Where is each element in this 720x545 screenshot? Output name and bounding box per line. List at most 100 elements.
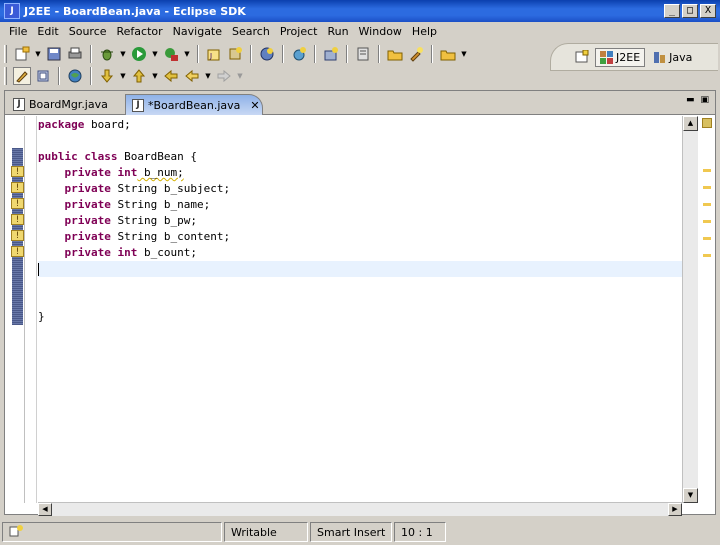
menu-navigate[interactable]: Navigate bbox=[168, 25, 227, 38]
next-annotation-dropdown-icon[interactable]: ▼ bbox=[119, 72, 127, 80]
debug-icon[interactable] bbox=[98, 45, 116, 63]
code-keyword: private bbox=[38, 182, 111, 195]
run-icon[interactable] bbox=[130, 45, 148, 63]
current-line-highlight bbox=[38, 261, 682, 277]
new-web-service-icon[interactable] bbox=[290, 45, 308, 63]
new-java-project-icon[interactable]: J bbox=[205, 45, 223, 63]
menu-help[interactable]: Help bbox=[407, 25, 442, 38]
new-package-icon[interactable] bbox=[226, 45, 244, 63]
perspective-j2ee[interactable]: J2EE bbox=[595, 47, 646, 67]
toolbar-grip[interactable] bbox=[4, 45, 7, 63]
code-keyword: package bbox=[38, 118, 85, 131]
fast-view-icon[interactable] bbox=[9, 524, 23, 541]
overview-warning-mark[interactable] bbox=[703, 254, 711, 257]
editor-body[interactable]: ! ! ! ! ! ! package board; public class … bbox=[5, 116, 715, 516]
toolbar-grip[interactable] bbox=[4, 67, 7, 85]
overview-status-icon[interactable] bbox=[702, 118, 712, 128]
menu-project[interactable]: Project bbox=[275, 25, 323, 38]
status-writable: Writable bbox=[224, 522, 308, 542]
maximize-editor-icon[interactable]: ▣ bbox=[700, 95, 709, 105]
toolbar-separator bbox=[58, 67, 60, 85]
title-bar: J J2EE - BoardBean.java - Eclipse SDK _ … bbox=[0, 0, 720, 22]
status-insert-mode: Smart Insert bbox=[310, 522, 392, 542]
fast-view-area bbox=[2, 522, 222, 542]
warning-marker-icon[interactable]: ! bbox=[11, 246, 24, 257]
overview-warning-mark[interactable] bbox=[703, 220, 711, 223]
code-editor[interactable]: package board; public class BoardBean { … bbox=[38, 116, 682, 503]
text-caret bbox=[38, 262, 39, 276]
scroll-up-arrow-icon[interactable]: ▲ bbox=[683, 116, 698, 131]
back-dropdown-icon[interactable]: ▼ bbox=[204, 72, 212, 80]
code-text: String b_name; bbox=[110, 198, 211, 211]
new-server-icon[interactable] bbox=[258, 45, 276, 63]
open-folder-icon-2[interactable] bbox=[439, 45, 457, 63]
forward-dropdown-icon[interactable]: ▼ bbox=[236, 72, 244, 80]
code-keyword: private int bbox=[38, 246, 138, 259]
pencil-highlight-icon[interactable] bbox=[13, 67, 31, 85]
maximize-button[interactable]: □ bbox=[682, 4, 698, 18]
close-button[interactable]: X bbox=[700, 4, 716, 18]
scroll-right-arrow-icon[interactable]: ▶ bbox=[668, 503, 682, 516]
warning-marker-icon[interactable]: ! bbox=[11, 182, 24, 193]
back-icon[interactable] bbox=[183, 67, 201, 85]
overview-warning-mark[interactable] bbox=[703, 237, 711, 240]
print-icon[interactable] bbox=[66, 45, 84, 63]
close-tab-icon[interactable]: ✕ bbox=[250, 99, 259, 112]
overview-warning-mark[interactable] bbox=[703, 169, 711, 172]
forward-icon[interactable] bbox=[215, 67, 233, 85]
warning-marker-icon[interactable]: ! bbox=[11, 230, 24, 241]
warning-marker-icon[interactable]: ! bbox=[11, 198, 24, 209]
menu-edit[interactable]: Edit bbox=[32, 25, 63, 38]
search-flashlight-icon[interactable] bbox=[407, 45, 425, 63]
toolbar-separator bbox=[431, 45, 433, 63]
perspective-java[interactable]: Java bbox=[649, 49, 696, 66]
main-toolbar: ▼ ▼ ▼ ▼ J ▼ bbox=[4, 43, 468, 65]
minimize-editor-icon[interactable]: ▬ bbox=[686, 95, 695, 105]
debug-dropdown-icon[interactable]: ▼ bbox=[119, 50, 127, 58]
vertical-scrollbar[interactable]: ▲ ▼ bbox=[682, 116, 698, 503]
status-bar: Writable Smart Insert 10 : 1 bbox=[0, 519, 720, 545]
menu-refactor[interactable]: Refactor bbox=[112, 25, 168, 38]
show-source-icon[interactable] bbox=[34, 67, 52, 85]
web-browser-icon[interactable] bbox=[66, 67, 84, 85]
last-edit-location-icon[interactable] bbox=[162, 67, 180, 85]
external-tools-icon[interactable] bbox=[162, 45, 180, 63]
external-tools-dropdown-icon[interactable]: ▼ bbox=[183, 50, 191, 58]
open-folder-dropdown-icon[interactable]: ▼ bbox=[460, 50, 468, 58]
horizontal-scrollbar[interactable]: ◀ ▶ bbox=[38, 502, 682, 516]
java-file-icon: J bbox=[13, 98, 25, 111]
warning-marker-icon[interactable]: ! bbox=[11, 166, 24, 177]
warning-marker-icon[interactable]: ! bbox=[11, 214, 24, 225]
new-wizard-icon[interactable] bbox=[13, 45, 31, 63]
menu-run[interactable]: Run bbox=[322, 25, 353, 38]
open-folder-icon[interactable] bbox=[386, 45, 404, 63]
previous-annotation-icon[interactable] bbox=[130, 67, 148, 85]
toolbar-separator bbox=[282, 45, 284, 63]
menu-file[interactable]: File bbox=[4, 25, 32, 38]
new-dropdown-icon[interactable]: ▼ bbox=[34, 50, 42, 58]
menu-search[interactable]: Search bbox=[227, 25, 275, 38]
overview-ruler[interactable] bbox=[700, 116, 715, 503]
code-text: BoardBean { bbox=[117, 150, 197, 163]
open-type-hierarchy-icon[interactable] bbox=[354, 45, 372, 63]
previous-annotation-dropdown-icon[interactable]: ▼ bbox=[151, 72, 159, 80]
tab-boardmgr-java[interactable]: J BoardMgr.java bbox=[7, 94, 119, 115]
menu-source[interactable]: Source bbox=[64, 25, 112, 38]
run-dropdown-icon[interactable]: ▼ bbox=[151, 50, 159, 58]
scroll-left-arrow-icon[interactable]: ◀ bbox=[38, 503, 52, 516]
code-keyword: private bbox=[38, 230, 111, 243]
tab-boardbean-java[interactable]: J *BoardBean.java ✕ bbox=[125, 94, 263, 115]
vertical-ruler[interactable]: ! ! ! ! ! ! bbox=[5, 116, 25, 503]
save-icon[interactable] bbox=[45, 45, 63, 63]
code-text: board; bbox=[84, 118, 131, 131]
secondary-toolbar: ▼ ▼ ▼ ▼ bbox=[4, 65, 244, 87]
menu-window[interactable]: Window bbox=[354, 25, 407, 38]
overview-warning-mark[interactable] bbox=[703, 203, 711, 206]
overview-warning-mark[interactable] bbox=[703, 186, 711, 189]
open-perspective-icon[interactable] bbox=[573, 48, 591, 66]
minimize-button[interactable]: _ bbox=[664, 4, 680, 18]
scroll-down-arrow-icon[interactable]: ▼ bbox=[683, 488, 698, 503]
code-keyword: private bbox=[38, 198, 111, 211]
next-annotation-icon[interactable] bbox=[98, 67, 116, 85]
new-ejb-icon[interactable] bbox=[322, 45, 340, 63]
